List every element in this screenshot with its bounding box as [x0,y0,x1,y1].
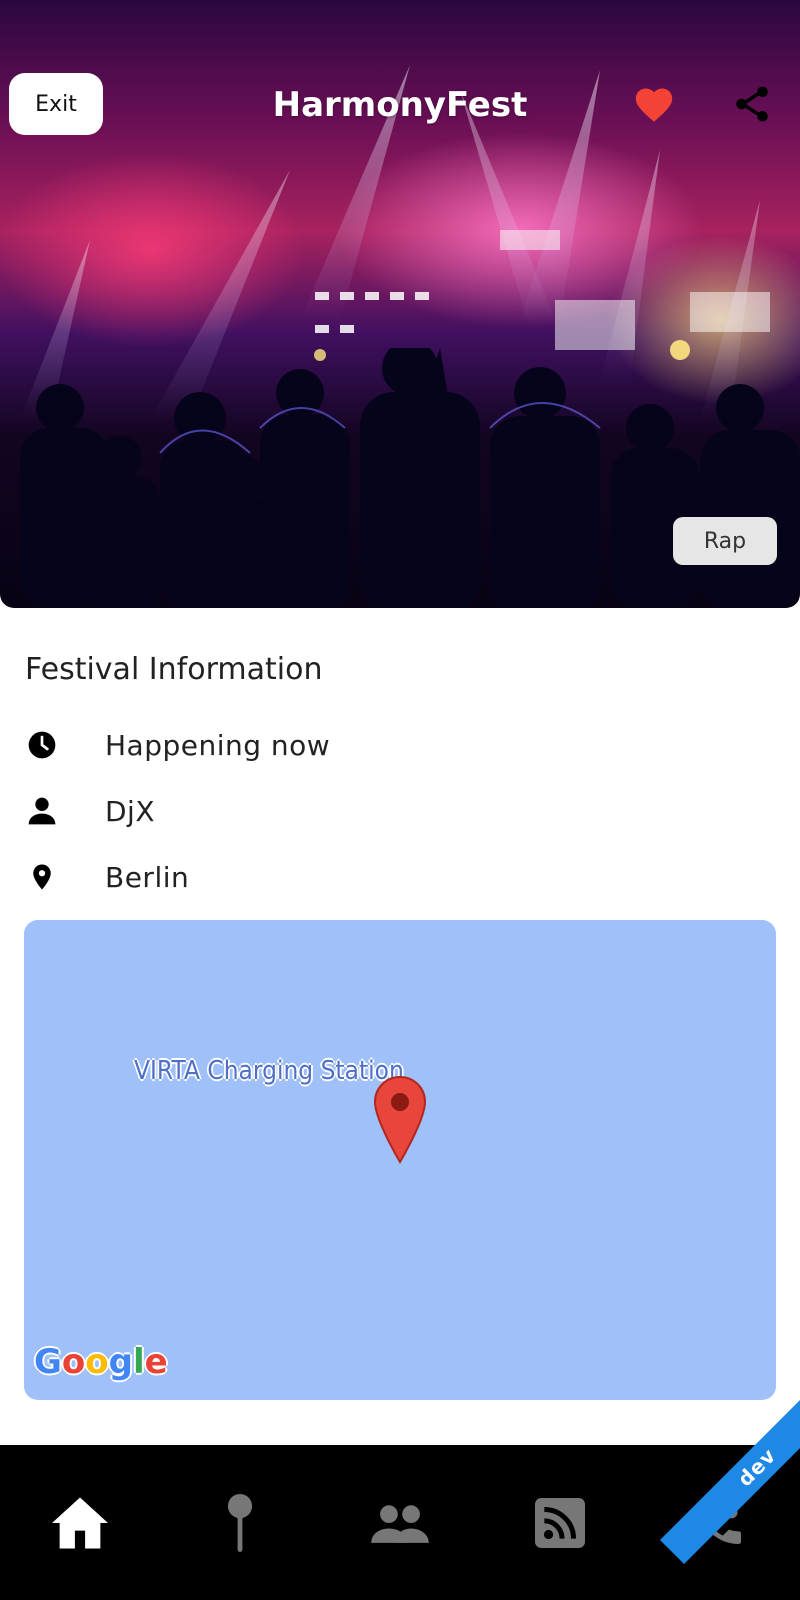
page-title: HarmonyFest [272,85,528,125]
map-place-label: VIRTA Charging Station [134,1056,404,1086]
home-icon [49,1495,111,1556]
genre-tag: Rap [673,517,777,565]
nav-home[interactable] [48,1493,112,1557]
info-row-time: Happening now [25,723,745,767]
map-marker-icon[interactable] [372,1075,428,1165]
nav-people[interactable] [368,1493,432,1557]
info-location-text: Berlin [105,860,190,894]
heart-icon[interactable] [632,83,676,123]
rss-feed-icon [535,1497,585,1553]
nav-feed[interactable] [528,1493,592,1557]
people-icon [369,1501,431,1550]
pin-icon [225,1493,255,1557]
google-logo: Google [34,1342,168,1382]
hero-image: Exit HarmonyFest Rap [0,0,800,608]
map-view[interactable]: VIRTA Charging Station Google [24,920,776,1400]
info-row-artist: DjX [25,789,745,833]
person-icon [25,794,59,828]
share-icon[interactable] [731,82,773,126]
location-pin-icon [25,860,59,894]
clock-icon [25,728,59,762]
section-title: Festival Information [25,652,323,687]
exit-button[interactable]: Exit [9,73,103,135]
info-row-location: Berlin [25,855,745,899]
nav-pin[interactable] [208,1493,272,1557]
info-artist-text: DjX [105,794,156,828]
crowd-silhouette [20,348,800,608]
info-time-text: Happening now [105,728,331,762]
